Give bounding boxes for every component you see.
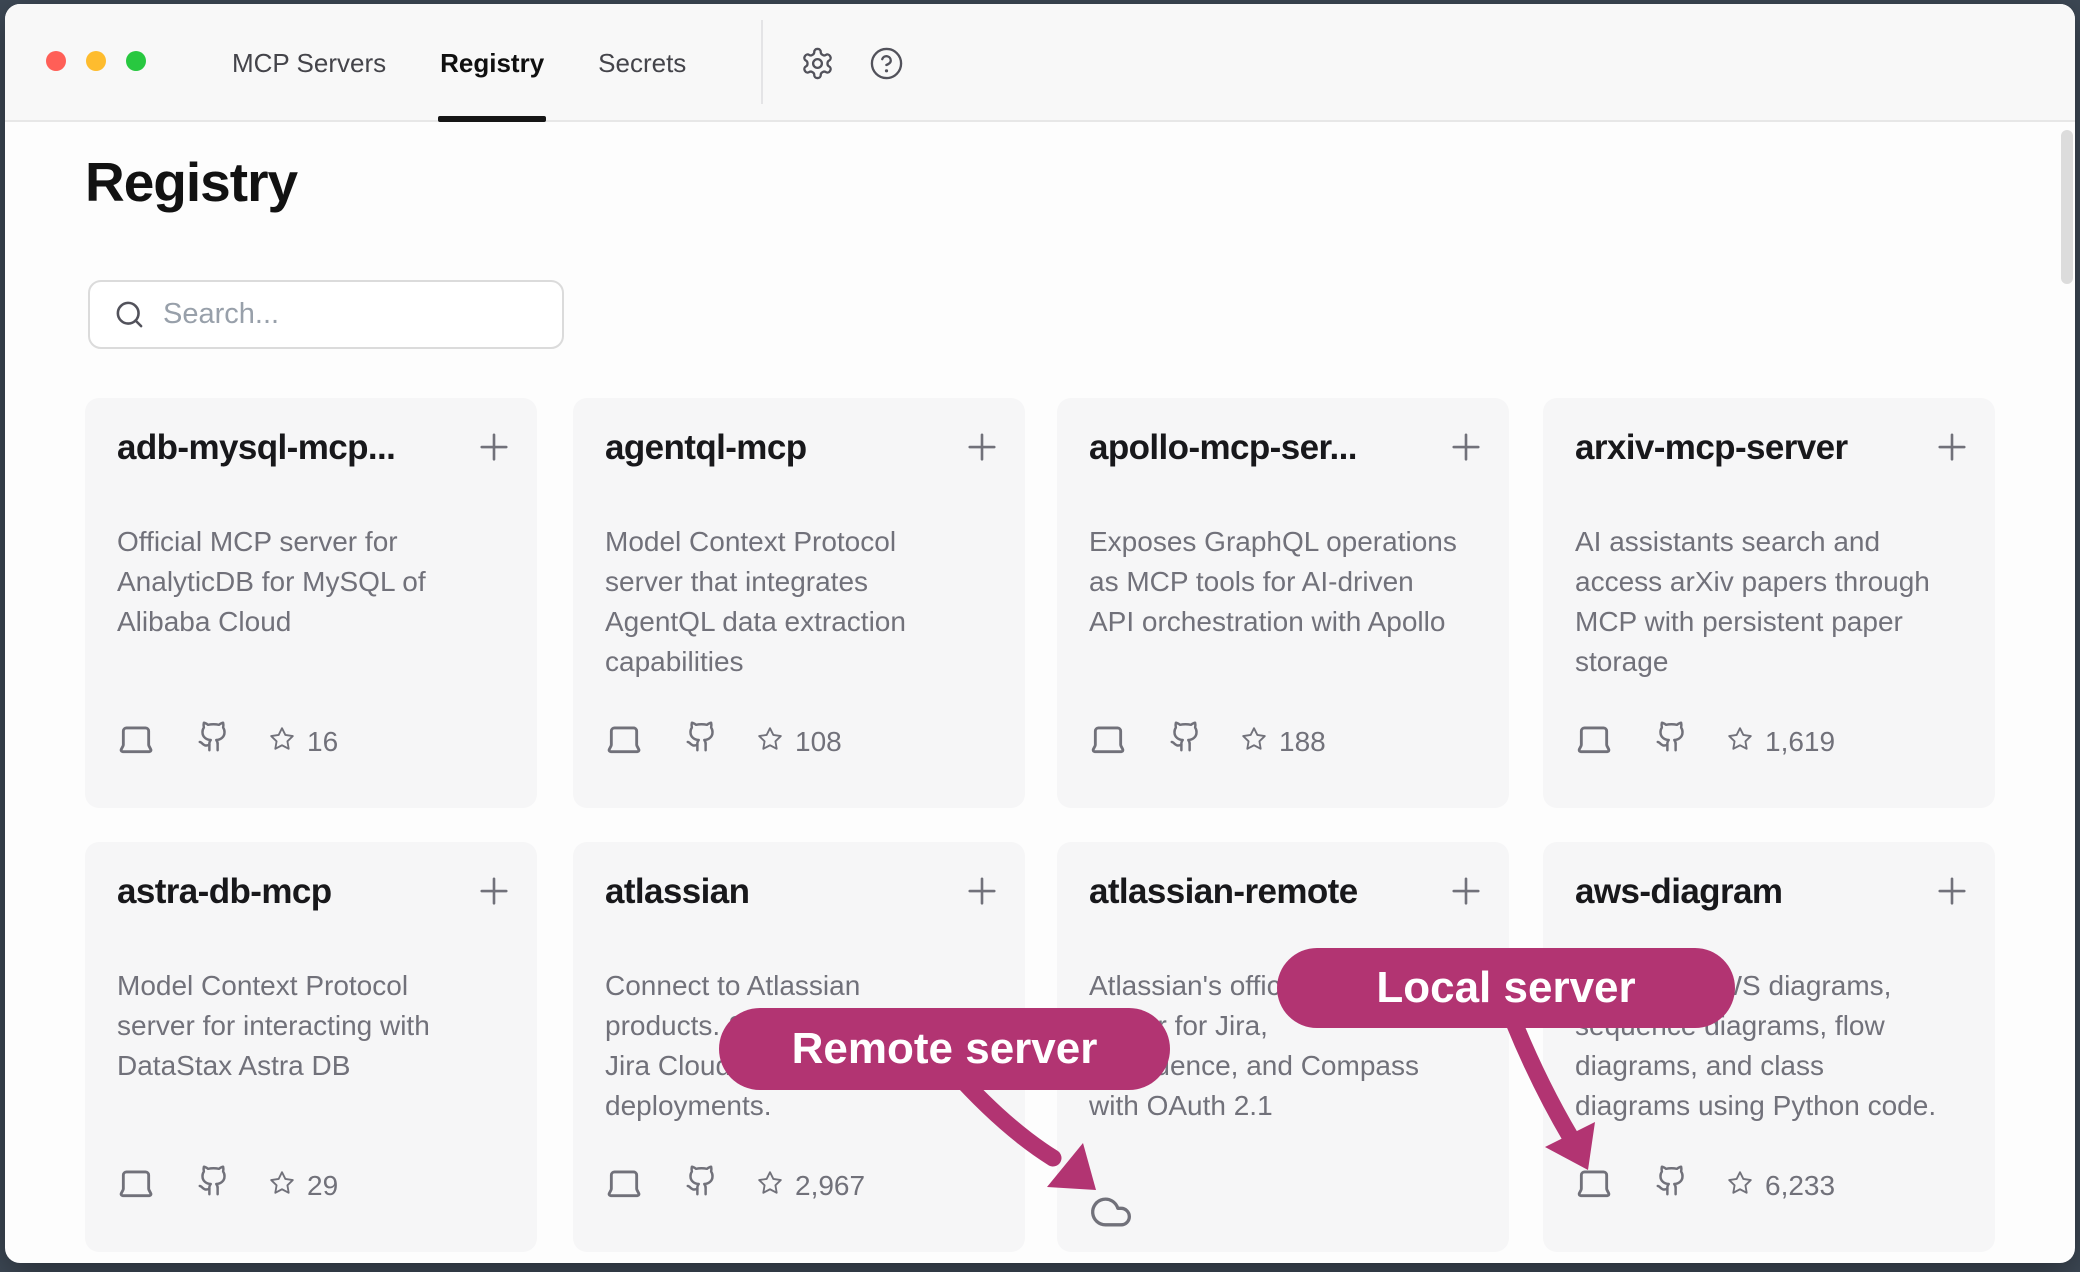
traffic-light-minimize[interactable]: [86, 51, 106, 71]
titlebar-divider: [761, 20, 763, 104]
server-name: adb-mysql-mcp...: [117, 428, 395, 468]
card-footer: [1089, 1164, 1489, 1210]
tab-bar: MCP Servers Registry Secrets: [232, 4, 686, 122]
tab-secrets[interactable]: Secrets: [598, 4, 686, 122]
server-name: agentql-mcp: [605, 428, 806, 468]
add-server-button[interactable]: [1445, 870, 1487, 912]
titlebar: MCP Servers Registry Secrets: [5, 4, 2075, 122]
server-card-arxiv-mcp-server[interactable]: arxiv-mcp-server AI assistants search an…: [1543, 398, 1995, 808]
server-description: Exposes GraphQL operationsas MCP tools f…: [1089, 522, 1484, 642]
star-icon: [1727, 726, 1753, 752]
add-server-button[interactable]: [1445, 426, 1487, 468]
tab-registry[interactable]: Registry: [440, 4, 544, 122]
add-server-button[interactable]: [1931, 870, 1973, 912]
callout-remote-server: Remote server: [719, 1008, 1170, 1090]
settings-button[interactable]: [798, 44, 836, 82]
laptop-icon: [117, 1164, 155, 1202]
laptop-icon: [117, 720, 155, 758]
add-server-button[interactable]: [473, 870, 515, 912]
plus-icon: [1445, 426, 1487, 468]
star-icon: [269, 726, 295, 752]
help-icon: [869, 46, 904, 81]
github-icon[interactable]: [1655, 720, 1688, 753]
star-count: 16: [307, 726, 338, 758]
star-count: 108: [795, 726, 842, 758]
star-icon: [1727, 1170, 1753, 1196]
server-description: Model Context Protocolserver that integr…: [605, 522, 1000, 682]
github-icon[interactable]: [685, 1164, 718, 1197]
star-count: 188: [1279, 726, 1326, 758]
star-count: 29: [307, 1170, 338, 1202]
app-window: MCP Servers Registry Secrets Registry ad…: [5, 4, 2075, 1263]
github-icon[interactable]: [1169, 720, 1202, 753]
gear-icon: [800, 46, 835, 81]
card-footer: 6,233: [1575, 1164, 1975, 1210]
plus-icon: [473, 870, 515, 912]
search-input[interactable]: [163, 298, 523, 331]
laptop-icon: [1089, 720, 1127, 758]
plus-icon: [961, 426, 1003, 468]
plus-icon: [1931, 426, 1973, 468]
card-footer: 1,619: [1575, 720, 1975, 766]
server-card-agentql-mcp[interactable]: agentql-mcp Model Context Protocolserver…: [573, 398, 1025, 808]
server-description: AI assistants search andaccess arXiv pap…: [1575, 522, 1970, 682]
search-box: [88, 280, 564, 349]
card-footer: 16: [117, 720, 517, 766]
github-icon[interactable]: [197, 720, 230, 753]
search-icon: [114, 299, 145, 330]
star-icon: [1241, 726, 1267, 752]
laptop-icon: [605, 1164, 643, 1202]
plus-icon: [961, 870, 1003, 912]
github-icon[interactable]: [685, 720, 718, 753]
callout-local-server: Local server: [1277, 948, 1735, 1028]
plus-icon: [473, 426, 515, 468]
plus-icon: [1931, 870, 1973, 912]
add-server-button[interactable]: [961, 870, 1003, 912]
add-server-button[interactable]: [1931, 426, 1973, 468]
tab-mcp-servers[interactable]: MCP Servers: [232, 4, 386, 122]
star-count: 6,233: [1765, 1170, 1835, 1202]
plus-icon: [1445, 870, 1487, 912]
github-icon[interactable]: [1655, 1164, 1688, 1197]
laptop-icon: [605, 720, 643, 758]
page-title: Registry: [85, 150, 297, 214]
star-icon: [757, 1170, 783, 1196]
server-description: Model Context Protocolserver for interac…: [117, 966, 512, 1086]
add-server-button[interactable]: [473, 426, 515, 468]
server-card-adb-mysql-mcp[interactable]: adb-mysql-mcp... Official MCP server for…: [85, 398, 537, 808]
card-footer: 29: [117, 1164, 517, 1210]
cloud-icon: [1089, 1190, 1133, 1234]
star-icon: [269, 1170, 295, 1196]
server-name: atlassian-remote: [1089, 872, 1358, 912]
server-name: apollo-mcp-ser...: [1089, 428, 1357, 468]
server-card-aws-diagram[interactable]: aws-diagram Generate AWS diagrams,sequen…: [1543, 842, 1995, 1252]
star-count: 1,619: [1765, 726, 1835, 758]
server-name: atlassian: [605, 872, 749, 912]
card-footer: 108: [605, 720, 1005, 766]
laptop-icon: [1575, 1164, 1613, 1202]
star-count: 2,967: [795, 1170, 865, 1202]
star-icon: [757, 726, 783, 752]
server-name: arxiv-mcp-server: [1575, 428, 1848, 468]
laptop-icon: [1575, 720, 1613, 758]
traffic-light-zoom[interactable]: [126, 51, 146, 71]
server-card-apollo-mcp-server[interactable]: apollo-mcp-ser... Exposes GraphQL operat…: [1057, 398, 1509, 808]
traffic-light-close[interactable]: [46, 51, 66, 71]
card-footer: 188: [1089, 720, 1489, 766]
server-card-astra-db-mcp[interactable]: astra-db-mcp Model Context Protocolserve…: [85, 842, 537, 1252]
server-description: Official MCP server forAnalyticDB for My…: [117, 522, 512, 642]
help-button[interactable]: [867, 44, 905, 82]
server-name: astra-db-mcp: [117, 872, 332, 912]
card-footer: 2,967: [605, 1164, 1005, 1210]
scrollbar-thumb[interactable]: [2061, 130, 2073, 284]
add-server-button[interactable]: [961, 426, 1003, 468]
server-name: aws-diagram: [1575, 872, 1782, 912]
github-icon[interactable]: [197, 1164, 230, 1197]
desktop-background: MCP Servers Registry Secrets Registry ad…: [0, 0, 2080, 1272]
